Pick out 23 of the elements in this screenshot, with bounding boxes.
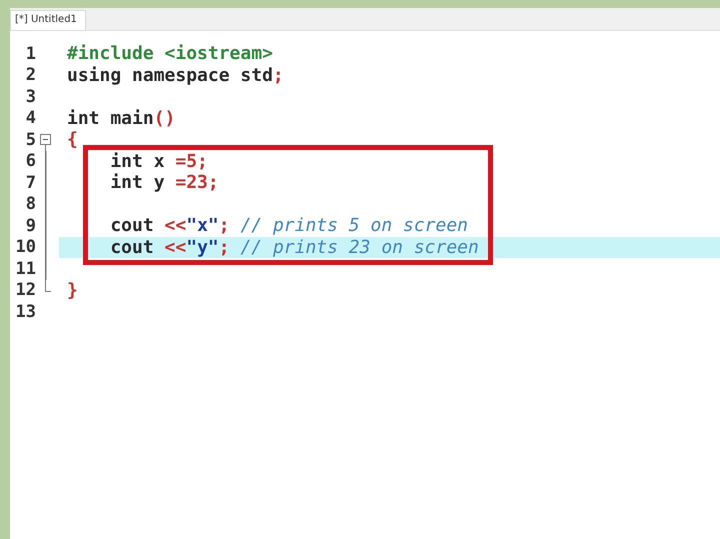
line-number: 4 — [24, 108, 36, 128]
line-number: 1 — [24, 44, 36, 64]
fold-minus-icon[interactable] — [40, 134, 51, 151]
line-number: 6 — [24, 151, 36, 172]
line-number: 9 — [24, 216, 36, 236]
editor-tab[interactable]: [*] Untitled1 — [10, 10, 86, 30]
code-line: { — [66, 129, 79, 150]
line-number: 11 — [14, 258, 36, 279]
line-number: 12 — [14, 280, 36, 300]
code-line: cout <<"x"; // prints 5 on screen — [109, 215, 470, 236]
code-line: int x =5; — [109, 150, 209, 172]
code-line: using namespace std; — [66, 64, 285, 86]
line-number: 13 — [14, 302, 36, 322]
line-number: 5 — [24, 130, 36, 150]
line-number: 2 — [24, 65, 36, 86]
line-number: 8 — [24, 194, 36, 214]
line-number: 7 — [24, 172, 36, 193]
code-line: #include <iostream> — [66, 43, 274, 64]
code-line: int main() — [66, 108, 176, 129]
code-line: int y =23; — [109, 172, 220, 194]
code-line: } — [66, 280, 79, 301]
line-number: 3 — [24, 86, 36, 107]
line-number: 10 — [14, 237, 36, 258]
